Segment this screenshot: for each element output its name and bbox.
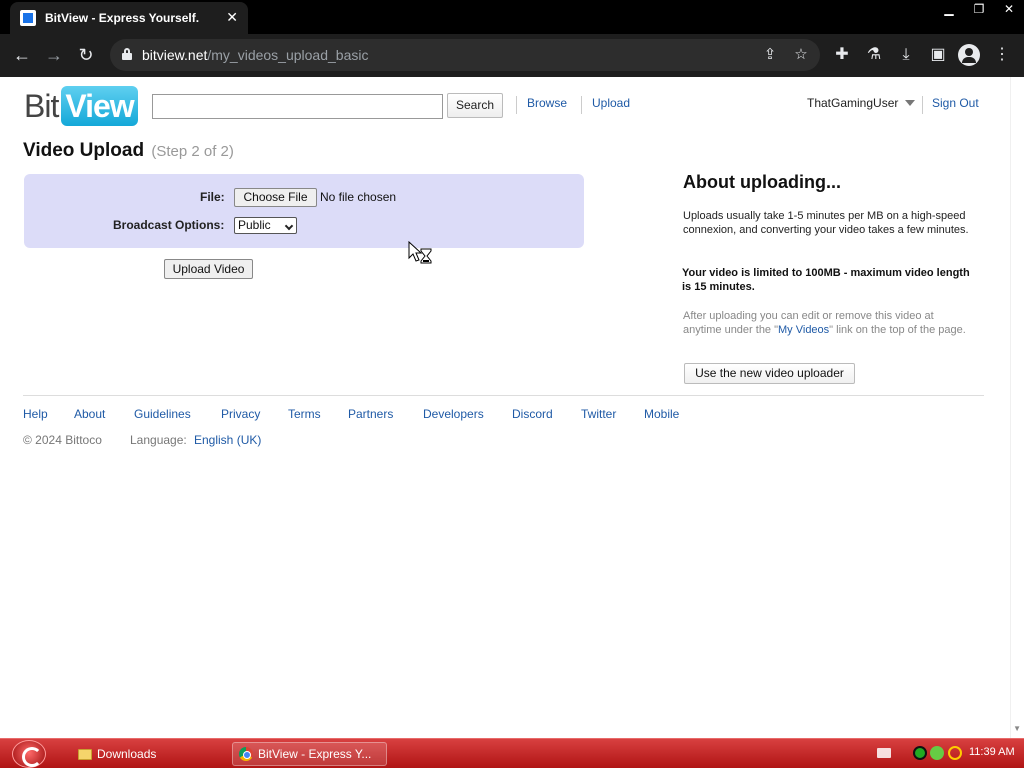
language-selector[interactable]: English (UK) [194,433,261,447]
nav-separator [922,96,923,114]
url-text[interactable]: bitview.net/my_videos_upload_basic [142,47,368,63]
tab-close-icon[interactable]: ✕ [226,9,238,25]
footer-link-partners[interactable]: Partners [348,407,393,421]
sign-out-link[interactable]: Sign Out [932,96,979,110]
labs-flask-icon[interactable]: ⚗ [863,44,885,66]
search-icon[interactable] [948,746,962,760]
nav-browse-link[interactable]: Browse [527,96,567,110]
window-close-icon[interactable]: ✕ [994,0,1024,18]
my-videos-link[interactable]: My Videos [778,324,829,336]
profile-avatar-icon[interactable] [958,44,980,66]
reload-icon[interactable]: ↻ [75,44,97,66]
search-input[interactable] [152,94,443,119]
chevron-down-icon [284,221,294,231]
window-controls: ▁ ❐ ✕ [934,0,1024,18]
folder-icon [78,748,92,760]
keyboard-icon[interactable] [877,748,891,758]
file-status-text: No file chosen [320,190,397,204]
busy-cursor-icon [408,241,432,264]
tab-title: BitView - Express Yourself. [45,11,200,25]
vertical-scrollbar[interactable] [1010,77,1024,738]
taskbar-item-downloads[interactable]: Downloads [72,742,222,766]
nav-separator [516,96,517,114]
page-title: Video Upload (Step 2 of 2) [23,140,234,161]
footer-link-help[interactable]: Help [23,407,48,421]
choose-file-button[interactable]: Choose File [234,188,317,207]
taskbar-item-browser[interactable]: BitView - Express Y... [232,742,387,766]
nav-upload-link[interactable]: Upload [592,96,630,110]
upload-video-button[interactable]: Upload Video [164,259,253,279]
start-button-icon[interactable] [12,740,46,768]
lock-icon[interactable] [122,48,132,60]
chrome-icon [239,747,253,761]
footer-link-privacy[interactable]: Privacy [221,407,260,421]
upload-form-panel [24,174,584,248]
bitview-favicon-icon [20,10,36,26]
menu-kebab-icon[interactable]: ⋮ [991,44,1013,66]
language-label: Language: [130,433,187,447]
os-taskbar: Downloads BitView - Express Y... [0,738,1024,768]
user-menu-caret-icon[interactable] [905,100,915,106]
scroll-down-arrow-icon[interactable]: ▼ [1013,724,1021,733]
footer-link-twitter[interactable]: Twitter [581,407,616,421]
forward-icon[interactable]: → [43,44,65,66]
bitview-logo[interactable]: Bit View [24,86,138,126]
system-clock[interactable]: 11:39 AM [969,746,1015,758]
tray-status-icon[interactable] [913,746,927,760]
minimize-icon[interactable]: ▁ [934,0,964,18]
footer-link-guidelines[interactable]: Guidelines [134,407,191,421]
broadcast-options-label: Broadcast Options: [113,218,225,232]
user-menu[interactable]: ThatGamingUser [807,96,898,110]
footer-link-mobile[interactable]: Mobile [644,407,679,421]
file-label: File: [200,190,225,204]
address-bar[interactable]: bitview.net/my_videos_upload_basic ⇪ ☆ [110,39,820,71]
browser-titlebar: BitView - Express Yourself. ✕ ▁ ❐ ✕ [0,0,1024,34]
footer-divider [23,395,984,396]
network-icon[interactable] [930,746,944,760]
new-uploader-button[interactable]: Use the new video uploader [684,363,855,384]
footer-link-about[interactable]: About [74,407,105,421]
footer-link-discord[interactable]: Discord [512,407,553,421]
restore-icon[interactable]: ❐ [964,0,994,18]
extensions-puzzle-icon[interactable]: ✚ [831,44,853,66]
nav-separator [581,96,582,114]
step-indicator: (Step 2 of 2) [151,143,234,160]
footer-link-developers[interactable]: Developers [423,407,484,421]
download-icon[interactable]: ⤓ [895,44,917,66]
search-button[interactable]: Search [447,93,503,118]
browser-tab[interactable]: BitView - Express Yourself. ✕ [10,2,248,34]
about-upload-time-text: Uploads usually take 1-5 minutes per MB … [683,210,969,236]
bookmark-star-icon[interactable]: ☆ [791,45,811,65]
footer-link-terms[interactable]: Terms [288,407,321,421]
share-icon[interactable]: ⇪ [760,45,780,65]
broadcast-options-select[interactable]: Public [234,217,297,234]
about-uploading-heading: About uploading... [683,172,841,192]
about-limit-text: Your video is limited to 100MB - maximum… [682,267,970,293]
about-edit-text: After uploading you can edit or remove t… [683,310,966,336]
back-icon[interactable]: ← [11,44,33,66]
side-panel-icon[interactable]: ▣ [927,44,949,66]
copyright-text: © 2024 Bittoco [23,433,102,447]
